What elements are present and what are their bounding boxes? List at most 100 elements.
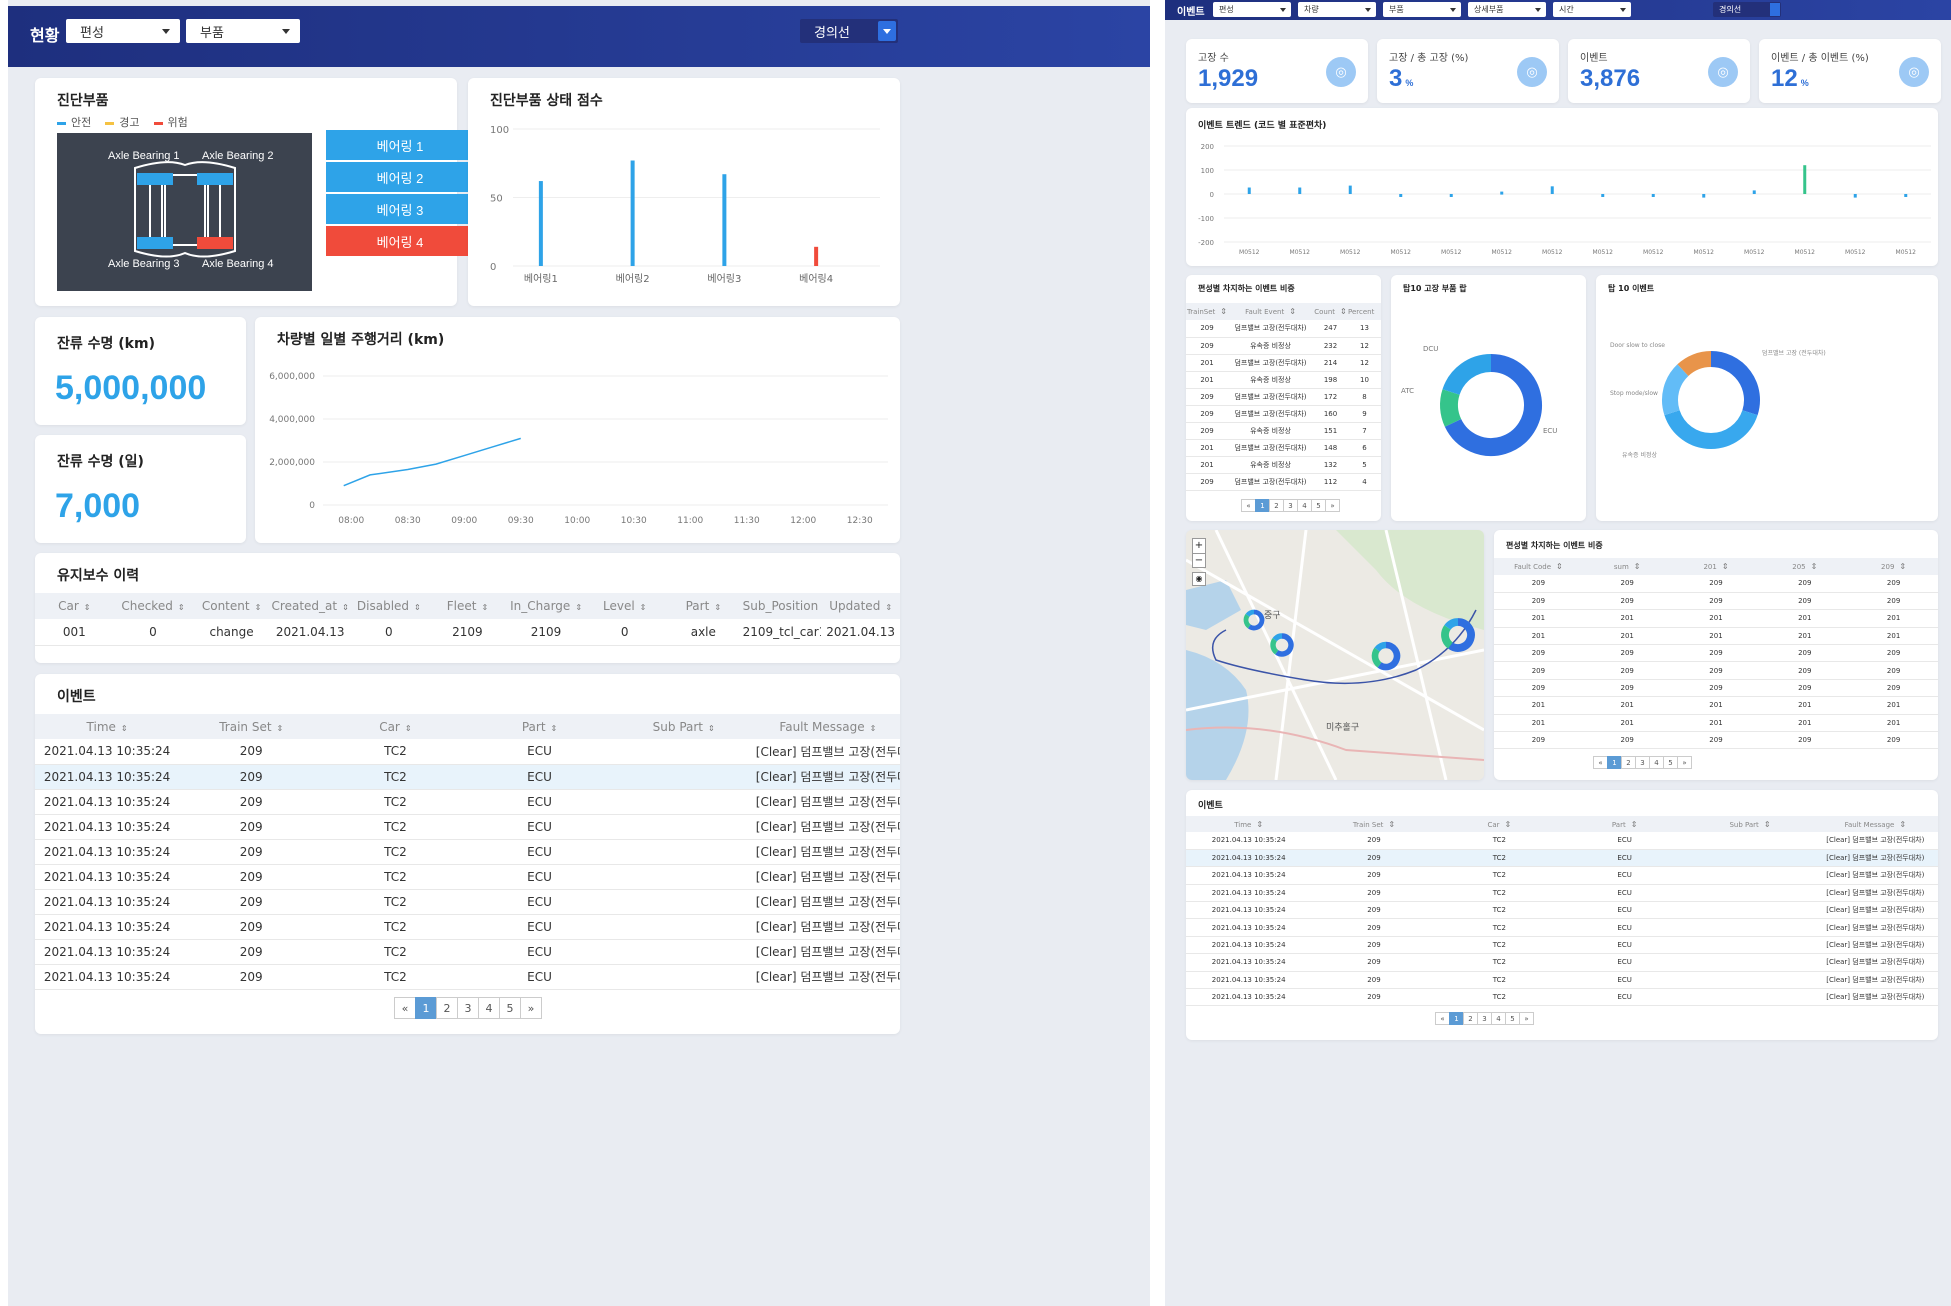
table-row[interactable]: 209 209 209 209 209 [1494,575,1938,593]
column-header[interactable]: Train Set ⇕ [1311,816,1436,832]
page-button[interactable]: 5 [499,997,521,1019]
sort-icon[interactable]: ⇕ [885,603,892,612]
page-button[interactable]: 2 [1621,756,1636,769]
table-row[interactable]: 201 201 201 201 201 [1494,627,1938,645]
first-page-button[interactable]: « [1241,499,1256,512]
first-page-button[interactable]: « [394,997,416,1019]
table-row[interactable]: 201 201 201 201 201 [1494,697,1938,715]
sort-icon[interactable]: ⇕ [121,724,128,733]
table-row[interactable]: 2021.04.13 10:35:24 209 TC2 ECU [Clear] 덤프밸브… [1186,971,1938,989]
page-button[interactable]: 5 [1663,756,1678,769]
sort-icon[interactable]: ⇕ [255,603,262,612]
table-row[interactable]: 2021.04.13 10:35:24 209 TC2 ECU [Clear] 덤프밸브… [35,789,900,814]
bearing-3[interactable] [137,237,173,249]
filter-select[interactable]: 부품 [1383,2,1461,17]
bearing-4-button[interactable]: 베어링 4 [326,226,474,256]
sort-icon[interactable]: ⇕ [342,603,349,612]
column-header[interactable]: Fault Message ⇕ [1813,816,1938,832]
page-button[interactable]: 4 [1297,499,1312,512]
page-button[interactable]: 1 [1255,499,1270,512]
sort-icon[interactable]: ⇕ [1289,307,1296,316]
bearing-4[interactable] [197,237,233,249]
bearing-2[interactable] [197,173,233,185]
sort-icon[interactable]: ⇕ [1899,562,1906,571]
first-page-button[interactable]: « [1435,1012,1450,1025]
page-button[interactable]: 1 [1449,1012,1464,1025]
page-button[interactable]: 4 [1649,756,1664,769]
page-button[interactable]: 5 [1311,499,1326,512]
page-button[interactable]: 1 [1607,756,1622,769]
page-button[interactable]: 1 [415,997,437,1019]
table-row[interactable]: 2021.04.13 10:35:24 209 TC2 ECU [Clear] 덤프밸브… [1186,884,1938,902]
column-header[interactable]: Percent ⇕ [1348,303,1381,320]
filter-select[interactable]: 차량 [1298,2,1376,17]
table-row[interactable]: 2021.04.13 10:35:24 209 TC2 ECU [Clear] 덤프밸브… [1186,867,1938,885]
page-button[interactable]: 2 [1269,499,1284,512]
column-header[interactable]: Part ⇕ [664,593,743,619]
column-header[interactable]: Checked ⇕ [114,593,193,619]
column-header[interactable]: Created_at ⇕ [271,593,350,619]
table-row[interactable]: 2021.04.13 10:35:24 209 TC2 ECU [Clear] 덤프밸브… [35,889,900,914]
table-row[interactable]: 2021.04.13 10:35:24 209 TC2 ECU [Clear] 덤프밸브… [1186,954,1938,972]
zoom-in-icon[interactable]: + [1193,539,1205,553]
table-row[interactable]: 201 덤프밸브 고장(전두대차) 214 12 [1186,354,1381,371]
sort-icon[interactable]: ⇕ [714,603,721,612]
table-row[interactable]: 209 209 209 209 209 [1494,645,1938,662]
column-header[interactable]: Train Set ⇕ [179,714,323,739]
table-row[interactable]: 2021.04.13 10:35:24 209 TC2 ECU [Clear] 덤프밸브… [1186,989,1938,1006]
sort-icon[interactable]: ⇕ [1722,562,1729,571]
column-header[interactable]: 201 ⇕ [1672,558,1761,575]
column-header[interactable]: Car ⇕ [35,593,114,619]
column-header[interactable]: TrainSet ⇕ [1186,303,1228,320]
bearing-3-button[interactable]: 베어링 3 [326,194,474,224]
sort-icon[interactable]: ⇕ [481,603,488,612]
table-row[interactable]: 201 201 201 201 201 [1494,714,1938,732]
table-row[interactable]: 2021.04.13 10:35:24 209 TC2 ECU [Clear] 덤프밸브… [1186,832,1938,850]
table-row[interactable]: 201 덤프밸브 고장(전두대차) 148 6 [1186,439,1381,456]
table-row[interactable]: 2021.04.13 10:35:24 209 TC2 ECU [Clear] 덤프밸브… [1186,936,1938,954]
table-row[interactable]: 209 덤프밸브 고장(전두대차) 247 13 [1186,320,1381,337]
column-header[interactable]: Level ⇕ [585,593,664,619]
table-row[interactable]: 209 덤프밸브 고장(전두대차) 160 9 [1186,405,1381,422]
page-button[interactable]: 3 [457,997,479,1019]
page-button[interactable]: 3 [1635,756,1650,769]
bearing-1[interactable] [137,173,173,185]
last-page-button[interactable]: » [520,997,542,1019]
bearing-1-button[interactable]: 베어링 1 [326,130,474,160]
column-header[interactable]: Fault Message ⇕ [756,714,900,739]
event-map[interactable]: 중구 미추홀구 + − ◉ [1186,530,1484,780]
page-button[interactable]: 2 [1463,1012,1478,1025]
page-button[interactable]: 3 [1477,1012,1492,1025]
column-header[interactable]: Sub Part ⇕ [1687,816,1812,832]
sort-icon[interactable]: ⇕ [1811,562,1818,571]
column-header[interactable]: Fault Event ⇕ [1228,303,1313,320]
sort-icon[interactable]: ⇕ [1764,820,1771,829]
column-header[interactable]: Content ⇕ [192,593,271,619]
table-row[interactable]: 209 209 209 209 209 [1494,732,1938,749]
line-select[interactable]: 경의선 [1713,2,1781,17]
part-select[interactable]: 부품 [186,19,300,43]
column-header[interactable]: Sub Part ⇕ [612,714,756,739]
filter-select[interactable]: 시간 [1553,2,1631,17]
sort-icon[interactable]: ⇕ [84,603,91,612]
column-header[interactable]: Part ⇕ [467,714,611,739]
column-header[interactable]: Fault Code ⇕ [1494,558,1583,575]
table-row[interactable]: 2021.04.13 10:35:24 209 TC2 ECU [Clear] 덤프밸브… [35,914,900,939]
table-row[interactable]: 209 유속증 비정상 151 7 [1186,422,1381,439]
table-row[interactable]: 209 덤프밸브 고장(전두대차) 112 4 [1186,473,1381,490]
table-row[interactable]: 2021.04.13 10:35:24 209 TC2 ECU [Clear] 덤프밸브… [35,739,900,764]
table-row[interactable]: 2021.04.13 10:35:24 209 TC2 ECU [Clear] 덤프밸브… [1186,849,1938,867]
sort-icon[interactable]: ⇕ [414,603,421,612]
table-row[interactable]: 201 201 201 201 201 [1494,610,1938,628]
table-row[interactable]: 2021.04.13 10:35:24 209 TC2 ECU [Clear] 덤프밸브… [1186,902,1938,919]
locate-icon[interactable]: ◉ [1192,572,1206,586]
page-button[interactable]: 3 [1283,499,1298,512]
column-header[interactable]: Fleet ⇕ [428,593,507,619]
table-row[interactable]: 2021.04.13 10:35:24 209 TC2 ECU [Clear] 덤프밸브… [35,764,900,789]
table-row[interactable]: 201 유속증 비정상 198 10 [1186,371,1381,388]
sort-icon[interactable]: ⇕ [1634,562,1641,571]
first-page-button[interactable]: « [1593,756,1608,769]
column-header[interactable]: Car ⇕ [1437,816,1562,832]
column-header[interactable]: Disabled ⇕ [350,593,429,619]
zoom-out-icon[interactable]: − [1193,553,1205,567]
